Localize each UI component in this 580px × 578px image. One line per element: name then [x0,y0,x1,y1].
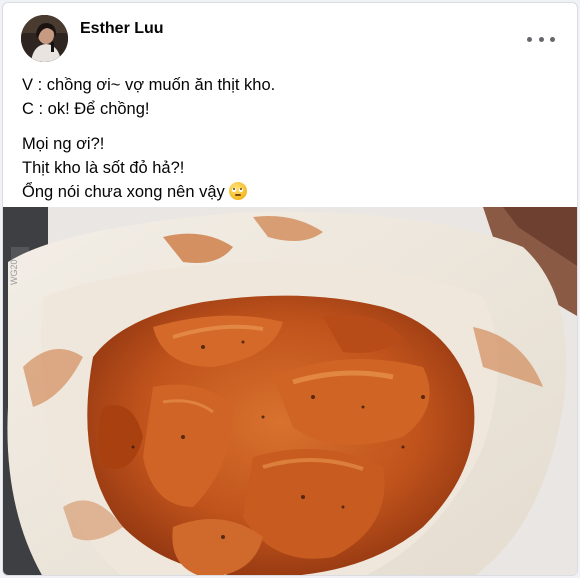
emoji-mouth [234,194,241,196]
more-dot [538,36,544,42]
post-line: Thịt kho là sốt đỏ hả?! [22,159,185,177]
photo-side-text: WG20 [9,259,19,285]
post-photo[interactable]: WG20 [3,207,577,575]
post-text: V : chồng ơi~ vợ muốn ăn thịt kho. C : o… [22,73,562,204]
avatar-photo [21,15,68,62]
braised-pork-photo: WG20 [3,207,577,575]
post-line: V : chồng ơi~ vợ muốn ăn thịt kho. [22,76,276,94]
post-line: C : ok! Để chồng! [22,100,150,118]
post-line: Ổng nói chưa xong nên vậy [22,183,225,201]
post-header: Esther Luu [21,15,561,65]
emoji-eye [238,188,243,192]
post-line: Mọi ng ơi?! [22,135,105,153]
more-horizontal-icon[interactable] [527,29,555,49]
emoji-eye [231,188,236,192]
post-card: Esther Luu V : chồng ơi~ vợ muốn ăn thịt… [2,2,578,576]
avatar[interactable] [21,15,68,62]
post-line-with-emoji: Ổng nói chưa xong nên vậy [22,180,562,204]
author-name[interactable]: Esther Luu [80,20,164,38]
more-dot [550,36,555,42]
more-dot [527,36,532,42]
rolling-eyes-emoji-icon [228,182,247,200]
